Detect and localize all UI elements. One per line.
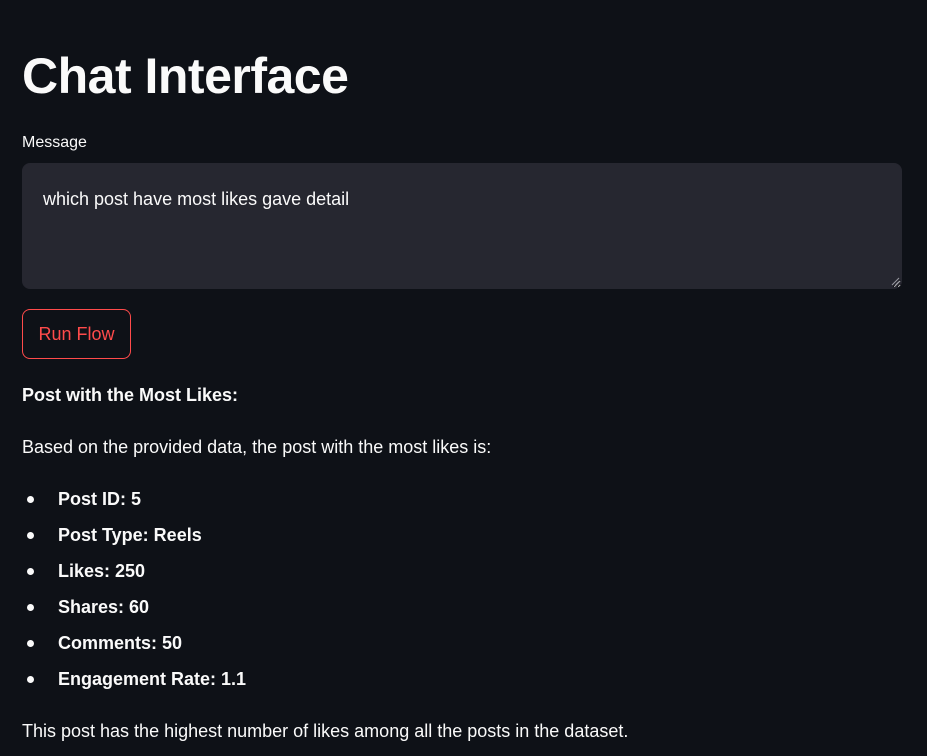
post-detail-text: Comments: 50 (58, 633, 183, 653)
post-detail-text: Engagement Rate: 1.1 (58, 669, 247, 689)
result-footer: This post has the highest number of like… (22, 721, 629, 741)
bullet-icon (27, 496, 34, 503)
post-detail-item: Likes: 250 (22, 559, 882, 595)
bullet-icon (27, 640, 34, 647)
run-flow-button[interactable]: Run Flow (22, 309, 131, 359)
page-title: Chat Interface (22, 48, 349, 104)
bullet-icon (27, 676, 34, 683)
post-detail-item: Post Type: Reels (22, 523, 882, 559)
post-detail-text: Shares: 60 (58, 597, 150, 617)
post-detail-item: Engagement Rate: 1.1 (22, 667, 882, 703)
post-detail-text: Post Type: Reels (58, 525, 202, 545)
post-detail-item: Post ID: 5 (22, 487, 882, 523)
result-heading: Post with the Most Likes: (22, 385, 239, 405)
message-input[interactable] (22, 163, 902, 289)
chat-app: Chat Interface Message Run Flow Post wit… (0, 0, 927, 756)
result-intro: Based on the provided data, the post wit… (22, 437, 492, 457)
bullet-icon (27, 604, 34, 611)
post-detail-list: Post ID: 5 Post Type: Reels Likes: 250 S… (22, 487, 882, 703)
bullet-icon (27, 532, 34, 539)
bullet-icon (27, 568, 34, 575)
post-detail-text: Likes: 250 (58, 561, 146, 581)
post-detail-item: Comments: 50 (22, 631, 882, 667)
post-detail-item: Shares: 60 (22, 595, 882, 631)
post-detail-text: Post ID: 5 (58, 489, 142, 509)
message-label: Message (22, 134, 87, 151)
resize-grip-icon[interactable] (890, 276, 900, 286)
